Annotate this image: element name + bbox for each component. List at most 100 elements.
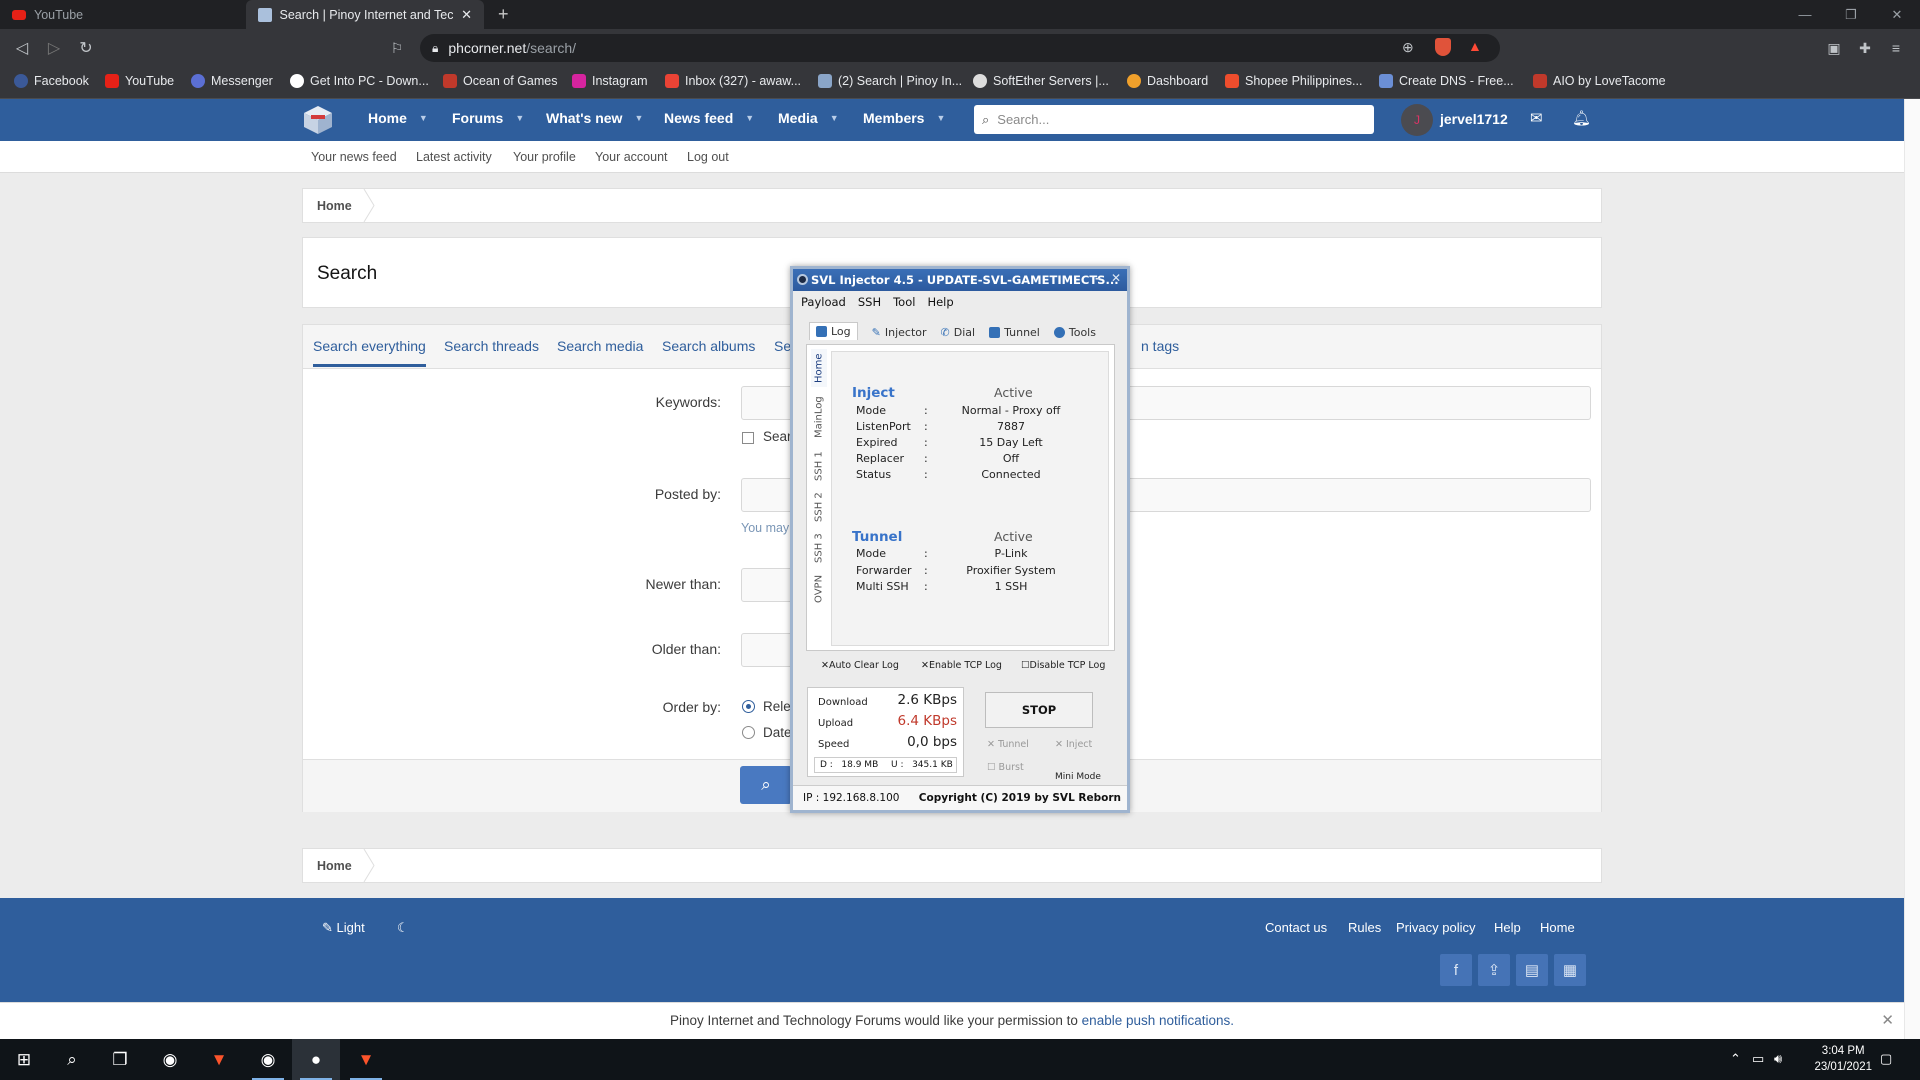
vtab-home[interactable]: Home	[811, 349, 827, 387]
inject-option[interactable]: ✕ Inject	[1055, 739, 1092, 750]
vtab-ssh2[interactable]: SSH 2	[811, 489, 827, 525]
reload-icon[interactable]: ↻	[75, 37, 97, 59]
upload-icon[interactable]: ⇪	[1478, 954, 1510, 986]
bookmark-dashboard[interactable]: Dashboard	[1127, 74, 1208, 88]
mini-mode-button[interactable]: Mini Mode	[1055, 772, 1101, 782]
subnav-log-out[interactable]: Log out	[687, 150, 729, 164]
burst-option[interactable]: ☐ Burst	[987, 762, 1024, 773]
nav-news-feed[interactable]: News feed ▼	[664, 110, 754, 126]
bookmark-gmail[interactable]: Inbox (327) - awaw...	[665, 74, 801, 88]
order-date-radio[interactable]	[742, 726, 755, 739]
svl-tab-tunnel[interactable]: Tunnel	[989, 325, 1040, 340]
bookmark-shopee[interactable]: Shopee Philippines...	[1225, 74, 1362, 88]
chevron-down-icon[interactable]: ▼	[419, 113, 428, 123]
close-window-icon[interactable]: ✕	[1874, 0, 1920, 29]
search-icon[interactable]: ⌕	[48, 1039, 96, 1080]
subnav-news-feed[interactable]: Your news feed	[311, 150, 397, 164]
menu-payload[interactable]: Payload	[801, 295, 846, 309]
footer-contact[interactable]: Contact us	[1265, 920, 1327, 935]
menu-tool[interactable]: Tool	[893, 295, 915, 309]
menu-icon[interactable]: ≡	[1885, 37, 1907, 59]
site-search-input[interactable]: ⌕ Search...	[974, 105, 1374, 134]
disable-tcp-log-checkbox[interactable]: ☐ Disable TCP Log	[1021, 660, 1105, 671]
close-tab-icon[interactable]: ✕	[461, 7, 472, 23]
close-icon[interactable]: ✕	[1881, 1011, 1894, 1029]
close-icon[interactable]: ✕	[1111, 271, 1121, 285]
style-chooser[interactable]: ✎ Light	[322, 920, 365, 936]
bookmark-facebook[interactable]: Facebook	[14, 74, 89, 88]
bookmark-aio[interactable]: AIO by LoveTacome	[1533, 74, 1666, 88]
menu-help[interactable]: Help	[927, 295, 953, 309]
menu-ssh[interactable]: SSH	[858, 295, 881, 309]
tab-youtube[interactable]: YouTube	[0, 0, 246, 29]
steam-running-icon[interactable]: ◉	[244, 1039, 292, 1080]
tab-search-tags[interactable]: n tags	[1141, 338, 1179, 354]
auto-clear-log-checkbox[interactable]: ✕ Auto Clear Log	[821, 660, 899, 671]
brave-icon[interactable]: ▼	[195, 1039, 243, 1080]
image-icon[interactable]: ▦	[1554, 954, 1586, 986]
network-icon[interactable]: ▭	[1752, 1051, 1764, 1067]
brave-rewards-icon[interactable]: ▲	[1468, 38, 1482, 54]
puzzle-icon[interactable]: ✚	[1854, 37, 1876, 59]
tab-search-albums[interactable]: Search albums	[662, 338, 755, 354]
footer-rules[interactable]: Rules	[1348, 920, 1381, 935]
tab-search-everything[interactable]: Search everything	[313, 338, 426, 367]
system-clock[interactable]: 3:04 PM 23/01/2021	[1814, 1043, 1872, 1075]
notification-center-icon[interactable]: ▢	[1880, 1051, 1892, 1067]
volume-icon[interactable]: 🔊︎	[1774, 1051, 1782, 1067]
minimize-icon[interactable]: –	[1095, 271, 1101, 285]
order-relevance-radio[interactable]	[742, 700, 755, 713]
svl-injector-taskbar-icon[interactable]: ●	[292, 1039, 340, 1080]
inbox-icon[interactable]: ✉	[1530, 109, 1543, 127]
page-scrollbar[interactable]	[1904, 99, 1920, 1039]
chevron-up-icon[interactable]: ⌃	[1730, 1051, 1741, 1067]
extension-icon[interactable]: ▣	[1823, 37, 1845, 59]
chevron-down-icon[interactable]: ▼	[515, 113, 524, 123]
bookmark-messenger[interactable]: Messenger	[191, 74, 273, 88]
svl-tab-injector[interactable]: ✎ Injector	[872, 325, 927, 340]
nav-forums[interactable]: Forums ▼	[452, 110, 524, 126]
tab-search[interactable]: Search | Pinoy Internet and Techn ✕	[246, 0, 484, 29]
svl-titlebar[interactable]: SVL Injector 4.5 - UPDATE-SVL-GAMETIMECT…	[793, 269, 1127, 291]
brave-running-icon[interactable]: ▼	[342, 1039, 390, 1080]
phcorner-logo[interactable]	[302, 104, 334, 136]
footer-home[interactable]: Home	[1540, 920, 1575, 935]
breadcrumb-home[interactable]: Home	[317, 859, 352, 873]
breadcrumb-home[interactable]: Home	[317, 199, 352, 213]
search-titles-checkbox[interactable]	[742, 432, 754, 444]
bookmark-softether[interactable]: SoftEther Servers |...	[973, 74, 1109, 88]
new-tab-button[interactable]: +	[486, 0, 516, 29]
tab-search-media[interactable]: Search media	[557, 338, 643, 354]
bookmark-youtube[interactable]: YouTube	[105, 74, 174, 88]
bookmark-icon[interactable]: ⚐	[386, 37, 408, 59]
chevron-down-icon[interactable]: ▼	[830, 113, 839, 123]
vtab-mainlog[interactable]: MainLog	[811, 393, 827, 441]
vtab-ssh1[interactable]: SSH 1	[811, 448, 827, 484]
facebook-icon[interactable]: f	[1440, 954, 1472, 986]
tab-search-partial[interactable]: Se	[774, 338, 791, 354]
task-view-icon[interactable]: ❐	[96, 1039, 144, 1080]
enable-tcp-log-checkbox[interactable]: ✕ Enable TCP Log	[921, 660, 1002, 671]
nav-members[interactable]: Members ▼	[863, 110, 945, 126]
windows-start-icon[interactable]: ⊞	[0, 1039, 48, 1080]
bookmark-ocean-of-games[interactable]: Ocean of Games	[443, 74, 558, 88]
subnav-account[interactable]: Your account	[595, 150, 668, 164]
subnav-latest-activity[interactable]: Latest activity	[416, 150, 492, 164]
search-submit-button[interactable]: ⌕	[740, 766, 792, 804]
vtab-ovpn[interactable]: OVPN	[811, 571, 827, 607]
enable-push-link[interactable]: enable push notifications.	[1082, 1013, 1234, 1028]
nav-whats-new[interactable]: What's new ▼	[546, 110, 643, 126]
svl-tab-tools[interactable]: Tools	[1053, 325, 1096, 340]
bookmark-getintopc[interactable]: Get Into PC - Down...	[290, 74, 429, 88]
forward-icon[interactable]: ▷	[43, 37, 65, 59]
minimize-icon[interactable]: —	[1782, 0, 1828, 29]
share-icon[interactable]: ⊕	[1402, 39, 1414, 56]
moon-icon[interactable]: ☾	[397, 920, 409, 936]
bookmark-instagram[interactable]: Instagram	[572, 74, 648, 88]
nav-media[interactable]: Media ▼	[778, 110, 839, 126]
bookmark-create-dns[interactable]: Create DNS - Free...	[1379, 74, 1514, 88]
footer-help[interactable]: Help	[1494, 920, 1521, 935]
footer-privacy[interactable]: Privacy policy	[1396, 920, 1475, 935]
address-bar[interactable]: 🔒︎ phcorner.net/search/ ⊕ ▲	[420, 34, 1500, 62]
steam-icon[interactable]: ◉	[146, 1039, 194, 1080]
